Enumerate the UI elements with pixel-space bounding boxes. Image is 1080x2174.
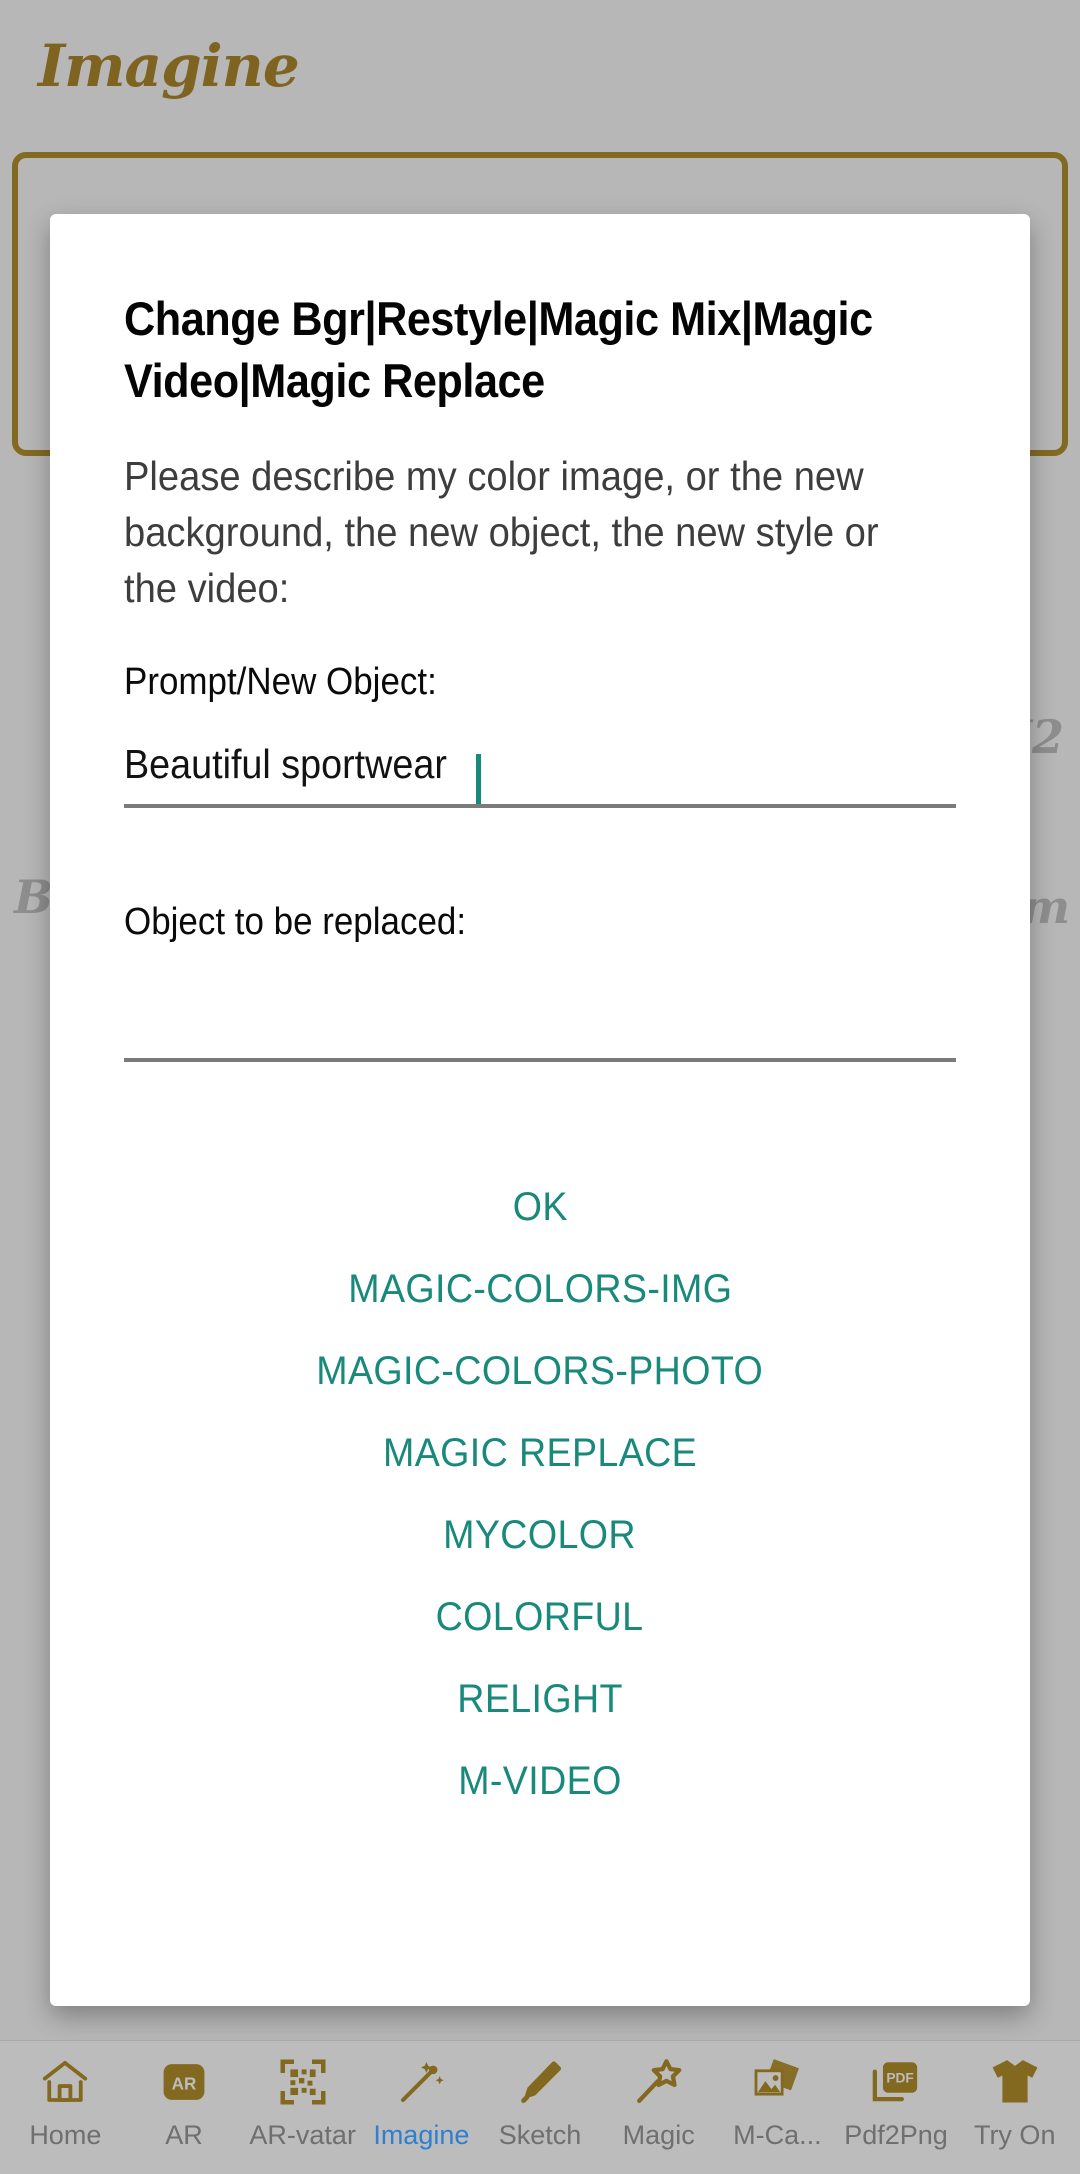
nav-item-ar[interactable]: AR AR [125,2053,244,2151]
photos-icon [748,2053,806,2111]
nav-label-ar: AR [165,2120,203,2150]
ar-badge-icon: AR [155,2053,213,2111]
nav-label-imagine: Imagine [373,2120,470,2150]
nav-item-magic[interactable]: Magic [599,2053,718,2151]
svg-text:PDF: PDF [886,2070,913,2085]
nav-label-pdf2png: Pdf2Png [844,2120,948,2150]
tshirt-icon [986,2053,1044,2111]
magic-colors-img-button[interactable]: MAGIC-COLORS-IMG [339,1248,742,1330]
pencil-icon [511,2053,569,2111]
qr-code-icon [274,2053,332,2111]
relight-button[interactable]: RELIGHT [448,1658,632,1740]
magic-wand-sparkle-icon [392,2053,450,2111]
nav-item-m-camera[interactable]: M-Ca... [718,2053,837,2151]
replace-input[interactable] [124,970,956,1062]
pdf-icon: PDF [867,2053,925,2111]
app-screen: Imagine X2 Bg rm Change Bgr|Restyle|Magi… [0,0,1080,2174]
magic-replace-button[interactable]: MAGIC REPLACE [374,1412,707,1494]
nav-label-m-camera: M-Ca... [733,2120,822,2150]
nav-item-sketch[interactable]: Sketch [481,2053,600,2151]
svg-text:AR: AR [172,2075,197,2094]
text-caret [475,754,481,804]
dialog-title: Change Bgr|Restyle|Magic Mix|Magic Video… [124,292,873,407]
bottom-navigation-bar: Home AR AR AR-vatar Imagine Sketch Magic… [0,2040,1080,2174]
nav-label-sketch: Sketch [498,2120,582,2150]
nav-label-ar-vatar: AR-vatar [249,2120,356,2150]
nav-label-home: Home [29,2120,102,2150]
ok-button[interactable]: OK [503,1166,577,1248]
nav-item-pdf2png[interactable]: PDF Pdf2Png [837,2053,956,2151]
prompt-field-label: Prompt/New Object: [124,661,437,703]
replace-field-label: Object to be replaced: [124,901,467,943]
prompt-input-value: Beautiful sportwear [124,741,447,787]
m-video-button[interactable]: M-VIDEO [449,1740,631,1822]
nav-item-try-on[interactable]: Try On [955,2053,1074,2151]
colorful-button[interactable]: COLORFUL [427,1576,654,1658]
mycolor-button[interactable]: MYCOLOR [434,1494,646,1576]
nav-item-imagine[interactable]: Imagine [362,2053,481,2151]
prompt-dialog: Change Bgr|Restyle|Magic Mix|Magic Video… [50,214,1030,2006]
nav-label-try-on: Try On [973,2120,1056,2150]
prompt-input[interactable]: Beautiful sportwear [124,716,956,808]
nav-label-magic: Magic [622,2120,695,2150]
home-icon [36,2053,94,2111]
dialog-message: Please describe my color image, or the n… [124,453,879,611]
magic-colors-photo-button[interactable]: MAGIC-COLORS-PHOTO [307,1330,773,1412]
nav-item-ar-vatar[interactable]: AR-vatar [243,2053,362,2151]
nav-item-home[interactable]: Home [6,2053,125,2151]
dialog-actions: OK MAGIC-COLORS-IMG MAGIC-COLORS-PHOTO M… [124,1166,956,1822]
star-wand-icon [630,2053,688,2111]
